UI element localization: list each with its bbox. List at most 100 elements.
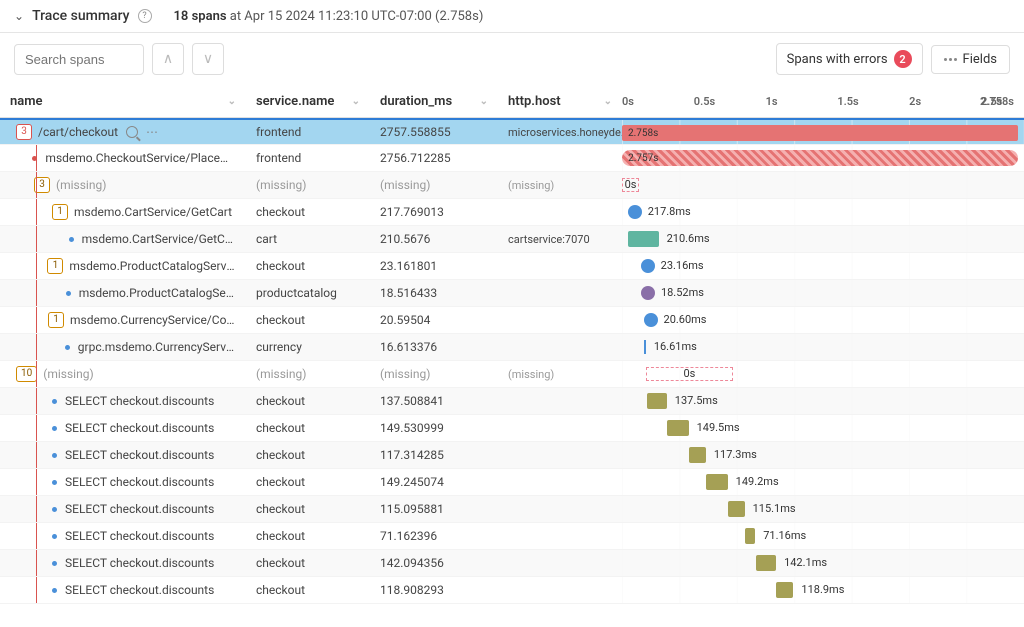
span-row[interactable]: 1msdemo.CurrencyService/Convertcheckout2… [0,307,1024,334]
span-row[interactable]: msdemo.CheckoutService/PlaceOrderfronten… [0,145,1024,172]
col-duration[interactable]: duration_ms⌄ [370,85,498,117]
timeline-cell: 117.3ms [622,442,1024,468]
spans-with-errors-button[interactable]: Spans with errors 2 [776,43,923,75]
span-dot-icon [69,237,74,242]
span-name: msdemo.ProductCatalogService/... [69,259,236,273]
duration-label: 137.5ms [675,394,718,407]
service-cell: checkout [246,415,370,441]
duration-label: 71.16ms [763,529,806,542]
duration-bar [622,125,1018,141]
duration-label: 217.8ms [648,205,691,218]
host-cell [498,199,622,225]
duration-cell: 149.530999 [370,415,498,441]
child-count-badge[interactable]: 1 [47,258,63,274]
child-count-badge[interactable]: 3 [16,124,32,140]
host-cell [498,145,622,171]
span-name-cell: SELECT checkout.discounts [0,523,246,549]
timeline-cell: 23.16ms [622,253,1024,279]
axis-tick: 1s [766,95,778,108]
axis-tick: 1.5s [837,95,858,108]
search-icon[interactable] [126,126,138,138]
duration-cell: 20.59504 [370,307,498,333]
span-row[interactable]: 3(missing)(missing)(missing)(missing)0s [0,172,1024,199]
help-icon[interactable]: ? [138,9,152,23]
chevron-down-icon: ⌄ [352,96,360,107]
timeline-cell: 149.2ms [622,469,1024,495]
duration-label: 142.1ms [784,556,827,569]
more-icon[interactable]: ⋯ [146,125,158,139]
duration-cell: 117.314285 [370,442,498,468]
span-row[interactable]: grpc.msdemo.CurrencyService...currency16… [0,334,1024,361]
span-row[interactable]: msdemo.ProductCatalogServi...productcata… [0,280,1024,307]
span-name-cell: SELECT checkout.discounts [0,415,246,441]
span-row[interactable]: SELECT checkout.discountscheckout137.508… [0,388,1024,415]
duration-label: 149.2ms [736,475,779,488]
span-row[interactable]: 1msdemo.CartService/GetCartcheckout217.7… [0,199,1024,226]
service-cell: checkout [246,550,370,576]
duration-cell: 71.162396 [370,523,498,549]
span-row[interactable]: SELECT checkout.discounts checkout149.530… [0,415,1024,442]
duration-bar [756,555,776,571]
col-name[interactable]: name⌄ [0,85,246,117]
duration-marker [628,205,642,219]
axis-tick: 2.758s [980,95,1014,108]
span-row[interactable]: 3/cart/checkout⋯frontend2757.558855micro… [0,118,1024,145]
col-service[interactable]: service.name⌄ [246,85,370,117]
span-row[interactable]: SELECT checkout.discountscheckout117.314… [0,442,1024,469]
grid-icon [944,58,957,61]
span-timestamp: at Apr 15 2024 11:23:10 UTC-07:00 (2.758… [230,9,484,24]
span-name-cell: SELECT checkout.discounts [0,469,246,495]
host-cell [498,469,622,495]
span-row[interactable]: SELECT checkout.discountscheckout149.245… [0,469,1024,496]
duration-cell: 2757.558855 [370,120,498,144]
next-button[interactable]: ∨ [192,43,224,75]
host-cell [498,388,622,414]
child-count-badge[interactable]: 1 [52,204,68,220]
toolbar: ∧ ∨ Spans with errors 2 Fields [0,33,1024,85]
col-host[interactable]: http.host⌄ [498,85,622,117]
service-cell: checkout [246,442,370,468]
span-dot-icon [52,561,57,566]
span-name-cell: 3(missing) [0,172,246,198]
span-row[interactable]: 1 msdemo.ProductCatalogService/... checkou… [0,253,1024,280]
span-name-cell: 1 msdemo.CurrencyService/Convert [0,307,246,333]
duration-bar [745,528,755,544]
child-count-badge[interactable]: 10 [16,366,37,382]
span-name: msdemo.CartService/GetCart [74,205,232,219]
service-cell: (missing) [246,361,370,387]
span-row[interactable]: msdemo.CartService/GetCartcart210.5676ca… [0,226,1024,253]
span-name-cell: msdemo.ProductCatalogServi... [0,280,246,306]
duration-bar [689,447,706,463]
child-count-badge[interactable]: 1 [48,312,64,328]
span-row[interactable]: SELECT checkout.discountscheckout118.908… [0,577,1024,604]
span-name-cell: 1 msdemo.ProductCatalogService/... [0,253,246,279]
duration-cell: 115.095881 [370,496,498,522]
duration-cell: 210.5676 [370,226,498,252]
span-name: SELECT checkout.discounts [65,475,214,489]
timeline-cell: 149.5ms [622,415,1024,441]
duration-label: 2.757s [628,153,658,164]
timeline-cell: 0s [622,172,1024,198]
timeline-cell: 0s [622,361,1024,387]
span-name: SELECT checkout.discounts [65,421,214,435]
collapse-icon[interactable]: ⌄ [14,9,24,23]
span-name-cell: SELECT checkout.discounts [0,496,246,522]
duration-label: 115.1ms [753,502,796,515]
axis-tick: 0s [622,95,634,108]
service-cell: checkout [246,253,370,279]
span-row[interactable]: 10(missing)(missing)(missing)(missing)0s [0,361,1024,388]
span-row[interactable]: SELECT checkout.discountscheckout115.095… [0,496,1024,523]
span-name: msdemo.CurrencyService/Convert [70,313,236,327]
prev-button[interactable]: ∧ [152,43,184,75]
duration-label: 117.3ms [714,448,757,461]
host-cell [498,577,622,603]
col-timeline: 0s0.5s1s1.5s2s2.5s2.758s [622,85,1024,117]
duration-marker [644,313,658,327]
search-input[interactable] [14,44,144,75]
service-cell: (missing) [246,172,370,198]
span-row[interactable]: SELECT checkout.discountscheckout142.094… [0,550,1024,577]
duration-bar [706,474,727,490]
fields-button[interactable]: Fields [931,45,1010,74]
span-row[interactable]: SELECT checkout.discountscheckout71.1623… [0,523,1024,550]
timeline-cell: 210.6ms [622,226,1024,252]
